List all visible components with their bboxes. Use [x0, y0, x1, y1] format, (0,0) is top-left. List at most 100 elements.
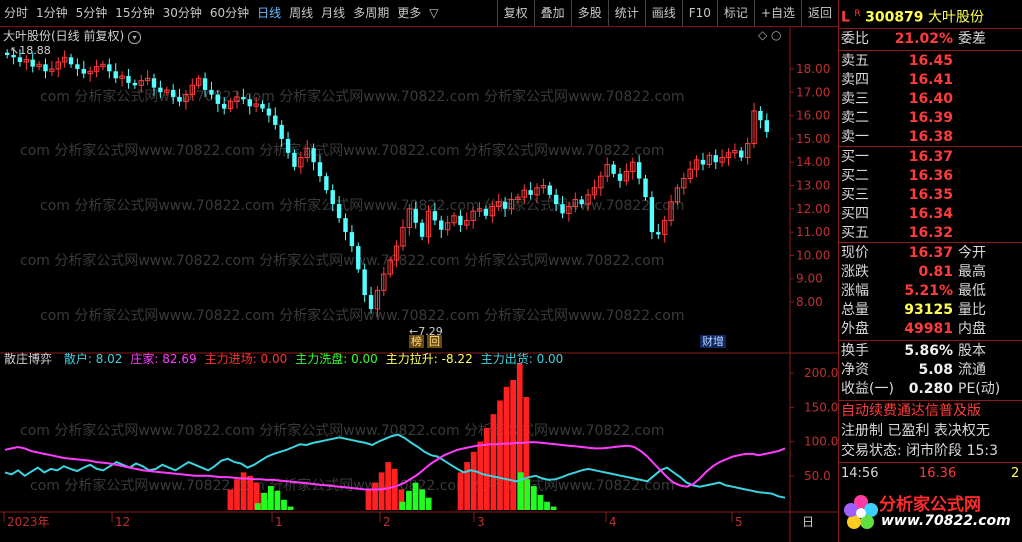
tool-button-3[interactable]: 统计 — [607, 0, 645, 26]
candle-body-100 — [643, 178, 648, 198]
bar-主力洗盘-31 — [406, 490, 412, 510]
period-tab-2[interactable]: 5分钟 — [72, 0, 112, 26]
tool-button-0[interactable]: 复权 — [496, 0, 534, 26]
notice-renew[interactable]: 自动续费通达信普及版 — [841, 402, 981, 421]
stat2-row-0: 换手 5.86% 股本 — [841, 342, 986, 361]
weibi-row: 委比 21.02% 委差 — [841, 30, 986, 49]
tool-buttons: 复权 叠加 多股 统计 画线 F10 标记 +自选 返回 — [496, 0, 838, 26]
kline-chart-area[interactable]: com 分析家公式网www.70822.com 分析家公式网www.70822.… — [0, 27, 838, 542]
bid-row-5: 买五 16.32 — [841, 224, 953, 243]
candle-body-52 — [336, 204, 342, 219]
stat2-row-0-label: 换手 — [841, 343, 869, 359]
rank-badge[interactable]: 榜 — [409, 335, 424, 348]
stat2-row-1-value: 5.08 — [918, 362, 953, 378]
candle-body-118 — [758, 110, 763, 121]
period-tab-1[interactable]: 1分钟 — [32, 0, 72, 26]
tick-time: 14:56 — [841, 466, 879, 481]
stat-row-0-value: 16.37 — [908, 245, 953, 261]
candle-body-23 — [151, 78, 157, 88]
candle-body-32 — [209, 89, 214, 95]
candle-body-44 — [285, 138, 291, 153]
candle-body-102 — [656, 232, 661, 235]
y2-tick-label-1: 150.0 — [804, 400, 838, 414]
bid-row-3: 买三 16.35 — [841, 186, 953, 205]
period-tab-10[interactable]: 更多 — [393, 0, 425, 26]
candle-body-54 — [349, 232, 355, 247]
candle-body-50 — [324, 176, 329, 191]
candle-body-86 — [553, 194, 559, 205]
candle-body-111 — [713, 155, 718, 163]
ask-row-1: 卖一 16.38 — [841, 128, 953, 147]
period-tab-8[interactable]: 月线 — [317, 0, 349, 26]
candle-body-82 — [528, 190, 533, 195]
bar-主力拉升-5 — [234, 479, 240, 510]
tool-button-5[interactable]: F10 — [681, 0, 717, 26]
bar-主力洗盘-12 — [281, 499, 287, 510]
tool-button-6[interactable]: 标记 — [716, 0, 754, 26]
candle-body-85 — [547, 185, 552, 195]
candle-body-43 — [279, 124, 284, 139]
indicator-item-5: 主力出货: 0.00 — [480, 352, 564, 366]
flower-logo-icon — [844, 495, 878, 529]
tool-button-2[interactable]: 多股 — [570, 0, 608, 26]
finance-event-badge[interactable]: 财增 — [700, 335, 726, 348]
candle-body-20 — [132, 82, 138, 86]
bar-主力洗盘-11 — [274, 490, 281, 510]
watermark-1: com 分析家公式网www.70822.com 分析家公式网www.70822.… — [20, 142, 664, 159]
quote-panel: L R 300879 大叶股份 委比 21.02% 委差 卖五 16.45 卖四 16… — [838, 0, 1022, 542]
candle-body-71 — [458, 215, 463, 226]
indicator-item-1: 庄家: 82.69 — [130, 352, 197, 366]
stat2-row-2: 收益(一) 0.280 PE(动) — [841, 380, 1000, 399]
tool-button-7[interactable]: +自选 — [753, 0, 801, 26]
stat-row-1-label: 涨跌 — [841, 264, 869, 280]
bar-主力拉升-27 — [378, 472, 385, 510]
candle-body-99 — [636, 162, 642, 179]
period-tab-3[interactable]: 15分钟 — [111, 0, 158, 26]
tool-button-1[interactable]: 叠加 — [533, 0, 571, 26]
watermark-5: com 分析家公式网www.70822.com 分析家公式网www.70822.… — [20, 422, 664, 439]
candle-body-75 — [483, 208, 489, 216]
watermark-3: com 分析家公式网www.70822.com 分析家公式网www.70822.… — [20, 252, 664, 269]
tool-button-4[interactable]: 画线 — [644, 0, 682, 26]
period-tab-7[interactable]: 周线 — [285, 0, 317, 26]
stat2-row-0-value: 5.86% — [904, 343, 953, 359]
candle-body-41 — [266, 108, 272, 116]
ask-row-2: 卖二 16.39 — [841, 109, 953, 128]
y-tick-label-8: 10.00 — [796, 248, 830, 262]
stat-row-1: 涨跌 0.81 最高 — [841, 263, 986, 282]
stat-row-0-right-label: 今开 — [958, 245, 986, 261]
period-tab-5[interactable]: 60分钟 — [206, 0, 253, 26]
stat-row-2-value: 5.21% — [904, 283, 953, 299]
period-toolbar: 分时 1分钟 5分钟 15分钟 30分钟 60分钟 日线 周线 月线 多周期 更多 ▽ 复权 叠加 多股统… — [0, 0, 838, 27]
candle-body-87 — [560, 204, 565, 214]
bar-主力拉升-44 — [490, 414, 497, 510]
ask-row-5-label: 卖五 — [841, 53, 869, 69]
ask-row-2-label: 卖二 — [841, 110, 869, 126]
chevron-down-icon[interactable]: ▾ — [128, 31, 142, 44]
ask-row-1-value: 16.38 — [908, 129, 953, 145]
tool-button-8[interactable]: 返回 — [800, 0, 838, 26]
bar-主力洗盘-48 — [517, 472, 524, 510]
bar-主力拉升-42 — [477, 441, 484, 510]
period-tabs: 分时 1分钟 5分钟 15分钟 30分钟 60分钟 日线 周线 月线 多周期 更多 ▽ — [0, 0, 442, 26]
logo-text: 分析家公式网 — [879, 495, 981, 515]
more-dropdown-icon[interactable]: ▽ — [425, 0, 442, 26]
candle-body-55 — [356, 246, 361, 270]
stock-code[interactable]: 300879 — [865, 10, 923, 26]
period-tab-4[interactable]: 30分钟 — [159, 0, 206, 26]
period-tab-9[interactable]: 多周期 — [349, 0, 393, 26]
candle-body-31 — [202, 78, 208, 90]
bar-主力洗盘-50 — [530, 486, 537, 510]
return-badge[interactable]: 回 — [427, 335, 442, 348]
stat-row-3-label: 总量 — [841, 302, 869, 318]
candle-body-12 — [81, 68, 86, 74]
stat2-row-2-right-label: PE(动) — [958, 381, 1001, 397]
candle-body-56 — [362, 269, 367, 296]
period-tab-6[interactable]: 日线 — [253, 0, 285, 26]
candle-body-48 — [311, 148, 316, 163]
y2-tick-label-2: 100.0 — [804, 435, 838, 449]
ask-row-5-value: 16.45 — [908, 53, 953, 69]
stock-name[interactable]: 大叶股份 — [928, 10, 984, 26]
chart-options-icon[interactable]: ◇ ○ — [758, 28, 782, 42]
period-tab-0[interactable]: 分时 — [0, 0, 32, 26]
